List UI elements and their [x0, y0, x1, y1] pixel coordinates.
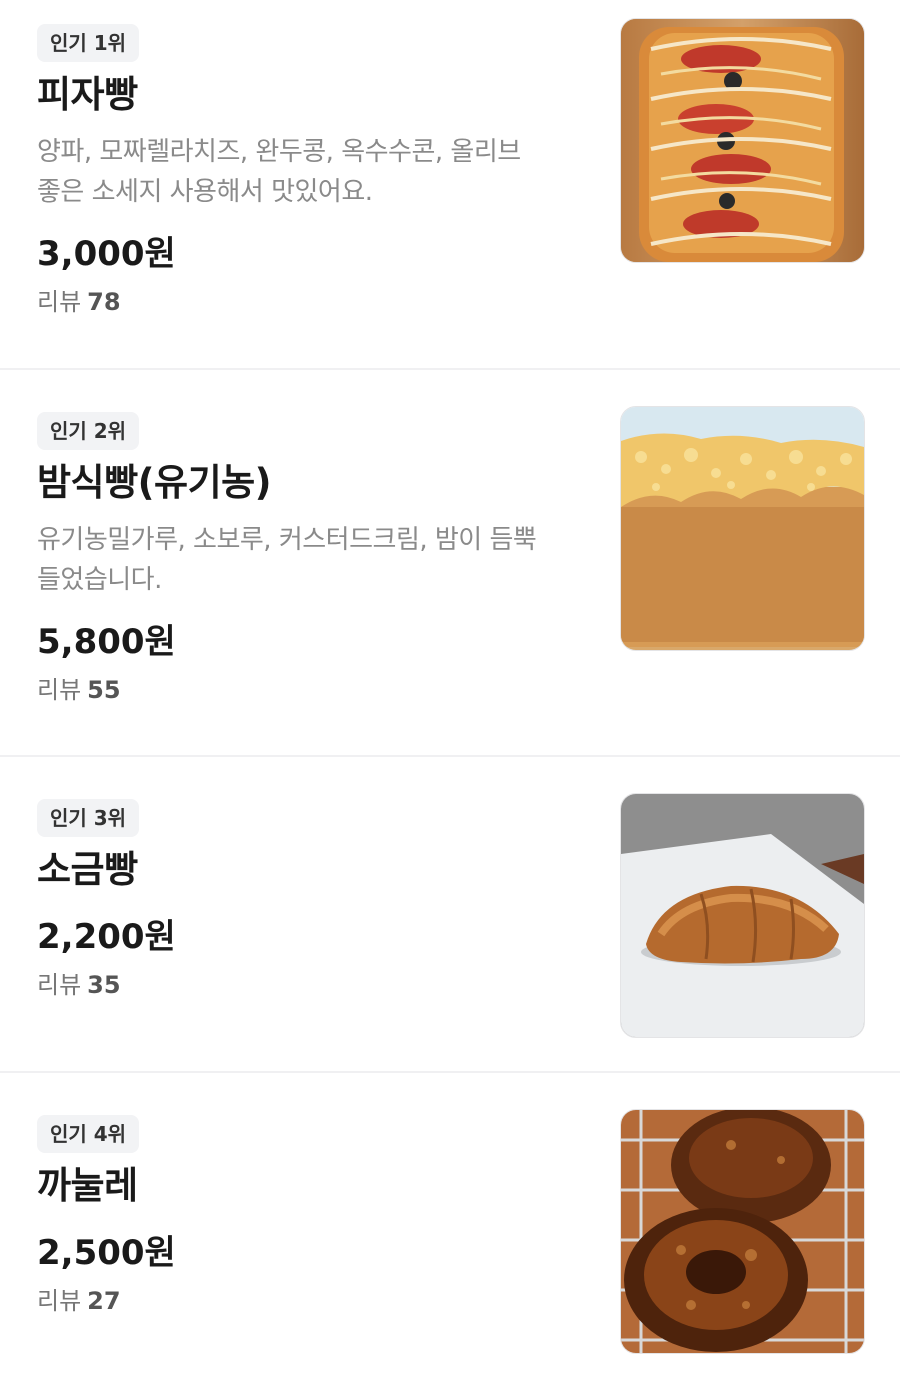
- review-count: 35: [87, 971, 121, 999]
- rank-badge: 인기 1위: [37, 24, 140, 62]
- review-count: 78: [87, 288, 121, 316]
- salt-bread-photo[interactable]: [620, 793, 865, 1038]
- rank-badge: 인기 3위: [37, 799, 140, 837]
- item-review: 리뷰 35: [37, 969, 602, 1001]
- rank-badge: 인기 4위: [37, 1115, 140, 1153]
- item-name: 밤식빵(유기농): [37, 461, 272, 504]
- rank-badge: 인기 2위: [37, 412, 140, 450]
- review-label: 리뷰: [37, 1287, 82, 1315]
- menu-item-salt-bread[interactable]: 인기 3위 소금빵 2,200원 리뷰 35: [0, 757, 900, 1073]
- item-review: 리뷰 78: [37, 286, 602, 318]
- review-label: 리뷰: [37, 676, 82, 704]
- item-description: 양파, 모짜렐라치즈, 완두콩, 옥수수콘, 올리브 좋은 소세지 사용해서 맛…: [37, 132, 602, 212]
- menu-item-chestnut-bread[interactable]: 인기 2위 밤식빵(유기농) 유기농밀가루, 소보루, 커스터드크림, 밤이 듬…: [0, 370, 900, 757]
- menu-item-text: 인기 4위 까눌레 2,500원 리뷰 27: [37, 1115, 602, 1317]
- menu-item-canele[interactable]: 인기 4위 까눌레 2,500원 리뷰 27: [0, 1073, 900, 1378]
- menu-item-text: 인기 3위 소금빵 2,200원 리뷰 35: [37, 799, 602, 1001]
- review-label: 리뷰: [37, 288, 82, 316]
- menu-item-text: 인기 1위 피자빵 양파, 모짜렐라치즈, 완두콩, 옥수수콘, 올리브 좋은 …: [37, 24, 602, 318]
- item-name: 피자빵: [37, 73, 138, 116]
- menu-item-pizza-bread[interactable]: 인기 1위 피자빵 양파, 모짜렐라치즈, 완두콩, 옥수수콘, 올리브 좋은 …: [0, 0, 900, 370]
- item-description-line: 들었습니다.: [37, 565, 162, 595]
- item-description-line: 유기농밀가루, 소보루, 커스터드크림, 밤이 듬뿍: [37, 525, 537, 555]
- item-name: 소금빵: [37, 848, 138, 891]
- pizza-bread-photo[interactable]: [620, 18, 865, 263]
- item-review: 리뷰 55: [37, 674, 602, 706]
- menu-list: 인기 1위 피자빵 양파, 모짜렐라치즈, 완두콩, 옥수수콘, 올리브 좋은 …: [0, 0, 900, 1378]
- item-price: 2,500원: [37, 1233, 176, 1273]
- review-count: 55: [87, 676, 121, 704]
- menu-item-text: 인기 2위 밤식빵(유기농) 유기농밀가루, 소보루, 커스터드크림, 밤이 듬…: [37, 412, 602, 706]
- item-price: 2,200원: [37, 917, 176, 957]
- item-price: 5,800원: [37, 622, 176, 662]
- item-description-line: 양파, 모짜렐라치즈, 완두콩, 옥수수콘, 올리브: [37, 137, 521, 167]
- review-label: 리뷰: [37, 971, 82, 999]
- canele-photo[interactable]: [620, 1109, 865, 1354]
- item-name: 까눌레: [37, 1164, 138, 1207]
- item-description-line: 좋은 소세지 사용해서 맛있어요.: [37, 177, 373, 207]
- item-review: 리뷰 27: [37, 1285, 602, 1317]
- item-description: 유기농밀가루, 소보루, 커스터드크림, 밤이 듬뿍 들었습니다.: [37, 520, 602, 600]
- review-count: 27: [87, 1287, 121, 1315]
- chestnut-bread-photo[interactable]: [620, 406, 865, 651]
- item-price: 3,000원: [37, 234, 176, 274]
